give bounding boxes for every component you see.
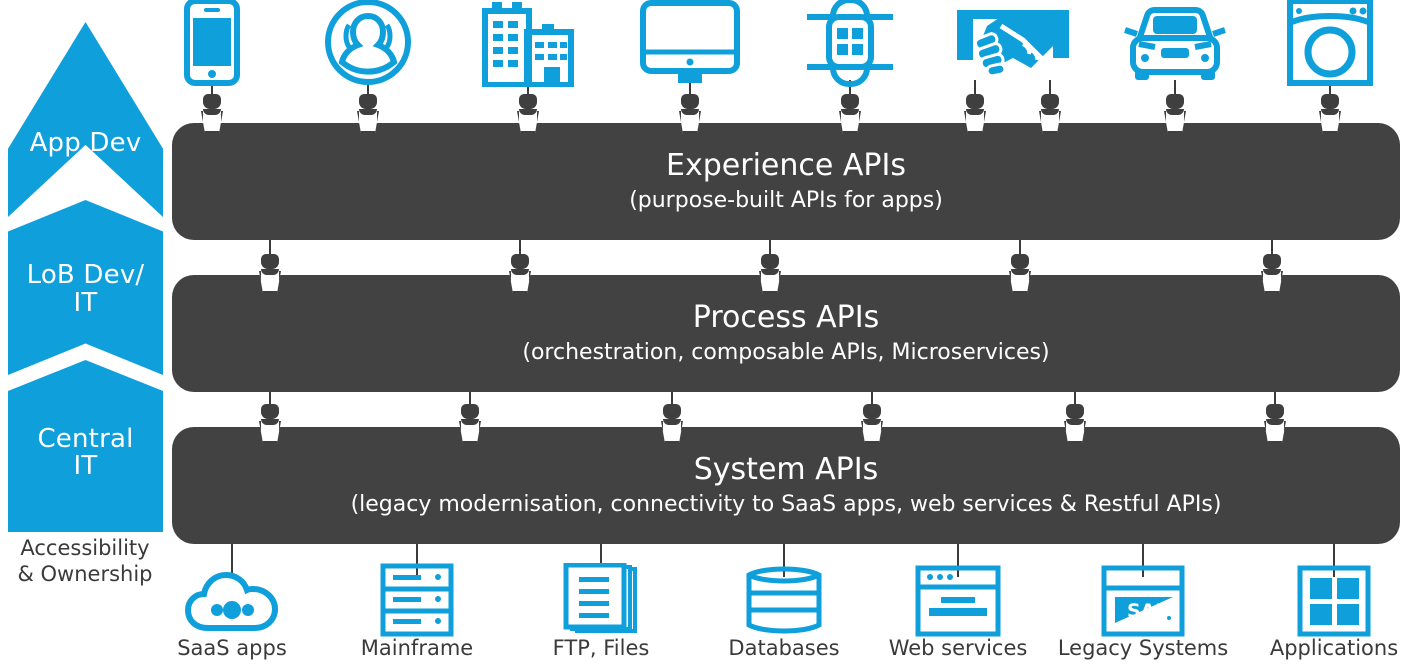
washing-machine-icon[interactable]: [1287, 0, 1373, 86]
diagram-canvas: App Dev LoB Dev/ IT Central IT Accessibi…: [0, 0, 1410, 664]
documents-icon[interactable]: [563, 563, 639, 637]
connector-plug: [461, 404, 479, 419]
connector-plug: [203, 94, 221, 109]
layer-process-apis[interactable]: Process APIs (orchestration, composable …: [172, 275, 1400, 392]
connector-plug: [966, 94, 984, 109]
handshake-icon[interactable]: [953, 0, 1073, 84]
accessibility-ownership-caption: Accessibility & Ownership: [17, 536, 153, 586]
connector-plug: [663, 404, 681, 419]
layer-system-apis[interactable]: System APIs (legacy modernisation, conne…: [172, 427, 1400, 544]
connector-wire: [269, 240, 271, 254]
svg-text:SAP: SAP: [1127, 600, 1169, 622]
mobile-phone-icon[interactable]: [184, 0, 240, 86]
connector-wire: [769, 240, 771, 254]
ownership-tier-label: App Dev: [29, 127, 142, 158]
ownership-tier-label: LoB Dev/ IT: [26, 260, 145, 318]
cloud-icon[interactable]: [184, 570, 280, 632]
layer-experience-apis[interactable]: Experience APIs (purpose-built APIs for …: [172, 123, 1400, 240]
connector-plug: [681, 94, 699, 109]
sap-window-icon[interactable]: SAP: [1101, 565, 1185, 637]
connector-wire: [519, 240, 521, 254]
office-buildings-icon[interactable]: [482, 0, 574, 87]
system-source-label: Applications: [1269, 636, 1399, 660]
connector-plug: [1263, 254, 1281, 269]
ownership-arrow-stack: App Dev LoB Dev/ IT Central IT: [8, 22, 163, 532]
connector-plug: [519, 94, 537, 109]
desktop-monitor-icon[interactable]: [640, 0, 740, 84]
connector-plug: [261, 254, 279, 269]
mainframe-icon[interactable]: [380, 563, 454, 637]
connector-plug: [1266, 404, 1284, 419]
system-source-label: Legacy Systems: [1057, 636, 1229, 660]
ownership-tier-label: Central IT: [37, 423, 134, 481]
database-icon[interactable]: [744, 563, 824, 637]
connector-plug: [1041, 94, 1059, 109]
connector-wire: [1074, 392, 1076, 404]
connector-plug: [1321, 94, 1339, 109]
browser-window-icon[interactable]: [915, 565, 1001, 637]
connector-plug: [261, 404, 279, 419]
connector-plug: [1011, 254, 1029, 269]
ownership-tier-central-it[interactable]: Central IT: [8, 360, 163, 532]
layer-title: Process APIs: [692, 300, 880, 335]
connector-wire: [871, 392, 873, 404]
connector-wire: [469, 392, 471, 404]
layer-title: System APIs: [693, 452, 879, 487]
connector-plug: [511, 254, 529, 269]
connector-wire: [1271, 240, 1273, 254]
layer-title: Experience APIs: [666, 148, 906, 183]
ownership-tier-lob-dev-it[interactable]: LoB Dev/ IT: [8, 200, 163, 375]
connector-wire: [671, 392, 673, 404]
connector-plug: [761, 254, 779, 269]
connector-plug: [1066, 404, 1084, 419]
connector-plug: [841, 94, 859, 109]
car-icon[interactable]: [1121, 0, 1229, 84]
connector-wire: [1274, 392, 1276, 404]
connector-wire: [269, 392, 271, 404]
connector-plug: [863, 404, 881, 419]
app-grid-icon[interactable]: [1297, 565, 1371, 637]
ownership-tier-app-dev[interactable]: App Dev: [8, 22, 163, 217]
smartwatch-icon[interactable]: [807, 0, 893, 87]
connector-plug: [359, 94, 377, 109]
layer-subtitle: (legacy modernisation, connectivity to S…: [350, 491, 1222, 517]
connector-plug: [1166, 94, 1184, 109]
layer-subtitle: (purpose-built APIs for apps): [629, 187, 943, 213]
connector-wire: [1019, 240, 1021, 254]
layer-subtitle: (orchestration, composable APIs, Microse…: [522, 339, 1050, 365]
user-avatar-icon[interactable]: [324, 0, 412, 86]
